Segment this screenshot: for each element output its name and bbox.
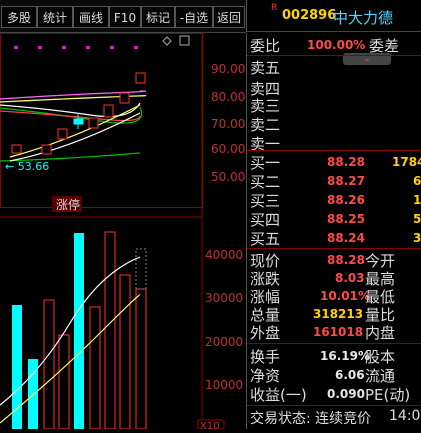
trade-status: 交易状态: 连续竞价 bbox=[250, 411, 372, 427]
buy-level-volume: 6 bbox=[413, 174, 421, 188]
diamond-icon bbox=[162, 36, 172, 46]
buy-level-label: 买四 bbox=[250, 211, 281, 229]
weibi-label: 委比 bbox=[250, 37, 281, 55]
volume-tick: 40000 bbox=[205, 248, 243, 262]
price-change: 8.03 bbox=[335, 271, 365, 285]
buy-level-label: 买一 bbox=[250, 154, 281, 172]
remove-watchlist-button[interactable]: -自选 bbox=[175, 6, 213, 28]
volume-bar bbox=[119, 274, 131, 430]
candle bbox=[88, 117, 99, 129]
buy-level-price: 88.24 bbox=[327, 231, 365, 245]
divider bbox=[247, 343, 421, 344]
quote-label: 收益(一) bbox=[250, 386, 307, 404]
price-tick: 60.00 bbox=[211, 142, 245, 156]
buy-level-volume: 1 bbox=[413, 193, 421, 207]
statistics-button[interactable]: 统计 bbox=[37, 6, 73, 28]
unit-label: X10 bbox=[200, 421, 220, 429]
candle bbox=[41, 144, 52, 155]
buy-level-price: 88.27 bbox=[327, 174, 365, 188]
status-time: 14:03 bbox=[389, 408, 421, 424]
quote-label: 换手 bbox=[250, 348, 281, 366]
sell-level-5: 卖五 bbox=[250, 59, 281, 77]
buy-level-price: 88.26 bbox=[327, 193, 365, 207]
volume-tick: 10000 bbox=[205, 378, 243, 392]
quote-label: 流通 bbox=[365, 367, 396, 385]
volume-bar-current bbox=[135, 248, 147, 290]
divider bbox=[247, 405, 421, 406]
earnings: 0.090 bbox=[327, 387, 365, 401]
quote-label: 内盘 bbox=[365, 324, 396, 342]
kline-chart-area[interactable]: 90.00 80.00 70.00 60.00 50.00 ← 53.66 涨停 bbox=[0, 33, 246, 432]
top-marker-dots bbox=[14, 46, 138, 49]
volume-bar bbox=[135, 288, 147, 430]
f10-button[interactable]: F10 bbox=[109, 6, 141, 28]
price-tick: 90.00 bbox=[211, 62, 245, 76]
total-volume: 318213 bbox=[313, 307, 364, 321]
buy-level-label: 买五 bbox=[250, 230, 281, 248]
volume-tick: 30000 bbox=[205, 291, 243, 305]
volume-bar bbox=[104, 231, 116, 430]
volume-bar bbox=[43, 299, 55, 430]
price-panel-frame bbox=[0, 33, 203, 208]
multi-stock-button[interactable]: 多股 bbox=[1, 6, 37, 28]
buy-level-label: 买二 bbox=[250, 173, 281, 191]
divider bbox=[247, 150, 421, 151]
limit-up-label: 涨停 bbox=[56, 197, 80, 212]
quote-panel: 委比 100.00% 委差 ⌄ 卖五 卖四 卖三 卖二 卖一 买一 88.28 … bbox=[246, 33, 421, 429]
quote-label: PE(动) bbox=[365, 386, 411, 404]
toolbar: 多股 统计 画线 F10 标记 -自选 返回 bbox=[0, 0, 246, 33]
back-button[interactable]: 返回 bbox=[213, 6, 245, 28]
quote-label: 净资 bbox=[250, 367, 281, 385]
candle bbox=[135, 72, 146, 84]
volume-bar bbox=[58, 334, 70, 430]
candle bbox=[119, 92, 130, 104]
net-assets: 6.06 bbox=[335, 368, 365, 382]
stock-header: R 002896 中大力德 bbox=[246, 0, 421, 32]
volume-bar bbox=[89, 306, 101, 430]
stock-name: 中大力德 bbox=[333, 9, 394, 27]
weibi-value: 100.00% bbox=[307, 38, 366, 52]
stock-code: 002896 bbox=[282, 8, 337, 23]
sell-level-3: 卖三 bbox=[250, 97, 281, 115]
square-icon bbox=[179, 35, 190, 46]
candle bbox=[11, 144, 22, 154]
r-mark: R bbox=[271, 3, 278, 13]
turnover-rate: 16.19% bbox=[320, 349, 370, 363]
buy-level-price: 88.28 bbox=[327, 155, 365, 169]
sell-level-2: 卖二 bbox=[250, 116, 281, 134]
outer-volume: 161018 bbox=[313, 325, 364, 339]
current-price: 88.28 bbox=[327, 253, 365, 267]
quote-label: 外盘 bbox=[250, 324, 281, 342]
buy-level-label: 买三 bbox=[250, 192, 281, 210]
low-price-label: ← 53.66 bbox=[5, 160, 49, 173]
price-tick: 80.00 bbox=[211, 90, 245, 104]
buy-level-price: 88.25 bbox=[327, 212, 365, 226]
volume-tick: 20000 bbox=[205, 335, 243, 349]
volume-bar bbox=[12, 305, 22, 429]
change-percent: 10.01% bbox=[320, 289, 370, 303]
kline-chart[interactable]: 90.00 80.00 70.00 60.00 50.00 ← 53.66 涨停 bbox=[0, 33, 246, 432]
volume-bars bbox=[12, 231, 147, 430]
price-tick: 70.00 bbox=[211, 117, 245, 131]
quote-label: 股本 bbox=[365, 348, 396, 366]
buy-level-volume: 5 bbox=[413, 212, 421, 226]
volume-bar bbox=[74, 233, 84, 429]
divider bbox=[247, 55, 421, 56]
candle bbox=[103, 104, 114, 118]
divider bbox=[247, 248, 421, 249]
price-tick: 50.00 bbox=[211, 170, 245, 184]
draw-line-button[interactable]: 画线 bbox=[73, 6, 109, 28]
mark-button[interactable]: 标记 bbox=[141, 6, 175, 28]
buy-level-volume: 1784 bbox=[392, 155, 421, 169]
buy-level-volume: 3 bbox=[413, 231, 421, 245]
candle bbox=[57, 128, 68, 140]
